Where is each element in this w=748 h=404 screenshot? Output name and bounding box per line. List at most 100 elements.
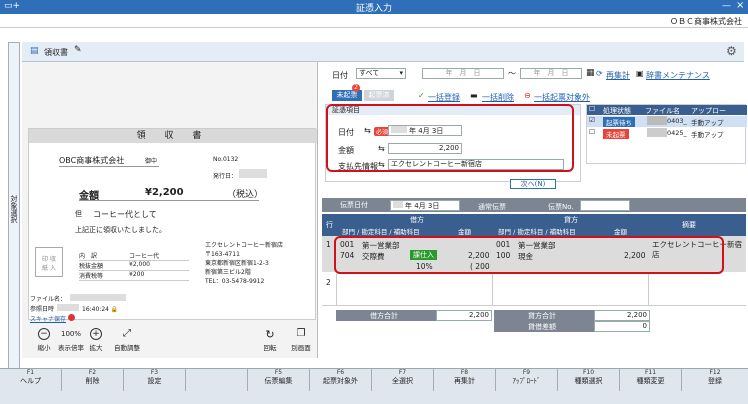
rotate-button[interactable]: ↻ 回転 [260, 328, 280, 352]
journal-row-2[interactable]: 2 [322, 274, 746, 306]
receipt-issue-date-label: 発行日： [213, 173, 238, 180]
receipt-number: No.0132 [213, 156, 239, 163]
status-badge: 起票待ち [603, 117, 635, 127]
table-row[interactable]: ☐ 未起票 0425_ 手動アップ [587, 128, 747, 139]
zoom-ratio-value: 100% [60, 330, 81, 338]
col-divider [492, 274, 493, 306]
row-number: 2 [326, 278, 331, 287]
voucher-items-highlight [326, 104, 574, 172]
redacted-date [239, 169, 267, 178]
diff-value: 0 [594, 321, 650, 332]
expand-icon: ⤢ [123, 328, 131, 339]
separate-window-button[interactable]: ❐ 別画面 [288, 328, 314, 352]
journal-header: 行 借方 貸方 摘要 部門 / 勘定科目 / 補助科目 金額 部門 / 勘定科目… [322, 214, 746, 236]
row-checkbox[interactable]: ☐ [589, 128, 595, 136]
slip-date-input[interactable]: 年 4月 3日 [390, 200, 460, 211]
title-bar: ▭+ 証憑入力 — × [0, 0, 748, 14]
f2-delete-button[interactable]: F2 削除 [62, 369, 124, 391]
lock-icon: 🔒 [110, 306, 119, 313]
slip-type: 通常伝票 [478, 203, 506, 211]
receipt-payee: OBC商事株式会社 [59, 155, 159, 167]
receipt-tax-note: （税込） [227, 190, 264, 200]
rotate-icon: ↻ [265, 328, 275, 341]
receipt-received-text: 上記正に領収いたしました。 [75, 226, 166, 234]
slip-no-label: 伝票No. [548, 203, 574, 211]
header-row-no: 行 [326, 221, 333, 229]
breakdown-row: 税抜金額 ¥2,000 [79, 261, 189, 271]
document-header: ▤ 領収書 ✎ ⚙ [22, 42, 744, 62]
calendar-icon[interactable]: ▦ [586, 68, 595, 78]
zoom-in-button[interactable]: + 拡大 [86, 328, 106, 352]
function-key-bar: F1 ヘルプ F2 削除 F3 設定 F5 伝票編集 F6 起票対象外 F7 全選択 F8 再… [0, 368, 748, 404]
bulk-exclude-link[interactable]: 一括起票対象外 [534, 92, 590, 103]
company-name: ＯＢＣ商事株式会社 [670, 17, 742, 26]
bulk-delete-link[interactable]: 一括削除 [482, 92, 514, 103]
recalc-icon: ⟳ [596, 69, 603, 78]
f7-select-all-button[interactable]: F7 全選択 [372, 369, 434, 391]
window-icon: ❐ [296, 328, 306, 339]
date-filter-select[interactable]: すべて ▾ [356, 68, 406, 79]
receipt-breakdown-table: 内 訳コーヒー代 税抜金額 ¥2,000 消費税等 ¥200 [79, 251, 189, 281]
f3-settings-button[interactable]: F3 設定 [124, 369, 186, 391]
f8-recalc-button[interactable]: F8 再集計 [434, 369, 496, 391]
cr-total-value: 2,200 [594, 310, 650, 321]
preview-toolbar: − 縮小 100% 表示倍率 + 拡大 ⤢ 自動調整 ↻ 回転 ❐ 別画面 [22, 320, 318, 360]
header-debit: 借方 [410, 216, 424, 224]
date-from-input[interactable]: 年 月 日 [422, 68, 504, 79]
status-badge: 未起票 [603, 129, 629, 139]
trash-icon: ▬ [470, 91, 478, 100]
table-row[interactable]: ☑ 起票待ち 0403_ 手動アップ [587, 116, 747, 127]
row-number: 1 [326, 240, 331, 249]
receipt-memo-prefix: 但 [75, 210, 82, 218]
select-all-checkbox[interactable]: ☐ [589, 105, 595, 113]
row-filename: 0403_ [667, 117, 687, 125]
f5-edit-slip-button[interactable]: F5 伝票編集 [248, 369, 310, 391]
f12-register-button[interactable]: F12 登録 [682, 369, 748, 391]
check-circle-icon: ✓ [418, 91, 425, 100]
receipt-amount-value: ¥2,200 [145, 187, 184, 198]
col-divider [336, 274, 337, 306]
header-summary: 摘要 [682, 221, 696, 229]
company-bar: ＯＢＣ商事株式会社 [0, 14, 748, 28]
plus-icon: + [90, 328, 102, 340]
receipt-title: 領 収 書 [29, 129, 317, 143]
header-dr-account: 部門 / 勘定科目 / 補助科目 [342, 228, 420, 236]
diff-label-cell: 貸借差額 [494, 321, 594, 332]
tab-processed[interactable]: 起票済 [364, 90, 394, 101]
breakdown-row: 消費税等 ¥200 [79, 271, 189, 281]
side-tab-target-select[interactable]: 対象選択 [8, 42, 20, 372]
col-divider [648, 274, 649, 306]
date-filter-label: 日付 [332, 71, 348, 80]
chevron-down-icon: ▾ [399, 69, 403, 77]
auto-fit-button[interactable]: ⤢ 自動調整 [114, 328, 140, 352]
dictionary-maintenance-link[interactable]: 辞書メンテナンス [646, 70, 710, 81]
receipt-issuer: エクセレントコーヒー新宿店 〒163-4711 東京都新宿区新宿1-2-3 新宿… [205, 242, 284, 285]
recalc-link[interactable]: 再集計 [606, 70, 630, 81]
row-filename: 0425_ [667, 129, 687, 137]
f1-help-button[interactable]: F1 ヘルプ [0, 369, 62, 391]
f6-exclude-button[interactable]: F6 起票対象外 [310, 369, 372, 391]
zoom-ratio-button[interactable]: 100% 表示倍率 [56, 328, 86, 352]
slip-no-input[interactable] [580, 200, 630, 211]
f11-type-change-button[interactable]: F11 種類変更 [620, 369, 682, 391]
cr-total-label-cell: 貸方合計 [494, 310, 594, 321]
bulk-register-link[interactable]: 一括登録 [428, 92, 460, 103]
f4-blank-button[interactable] [186, 369, 248, 391]
receipt-amount-label: 金額 [79, 191, 99, 202]
row-checkbox[interactable]: ☑ [589, 116, 595, 124]
close-icon[interactable]: × [736, 0, 744, 11]
receipt-honorific: 御中 [145, 158, 158, 165]
redacted-file [647, 128, 667, 137]
minimize-icon[interactable]: — [722, 1, 731, 11]
pencil-icon[interactable]: ✎ [74, 45, 82, 55]
f9-upload-button[interactable]: F9 ｱｯﾌﾟﾛｰﾄﾞ [496, 369, 558, 391]
window-title: 証憑入力 [355, 4, 392, 14]
gear-icon[interactable]: ⚙ [726, 44, 737, 58]
redacted-year [393, 201, 403, 208]
receipt-memo: コーヒー代として [93, 210, 157, 219]
date-to-input[interactable]: 年 月 日 [520, 68, 582, 79]
header-cr-account: 部門 / 勘定科目 / 補助科目 [498, 228, 576, 236]
f10-type-select-button[interactable]: F10 種類選択 [558, 369, 620, 391]
next-button[interactable]: 次へ(N) [510, 179, 556, 189]
zoom-out-button[interactable]: − 縮小 [34, 328, 54, 352]
